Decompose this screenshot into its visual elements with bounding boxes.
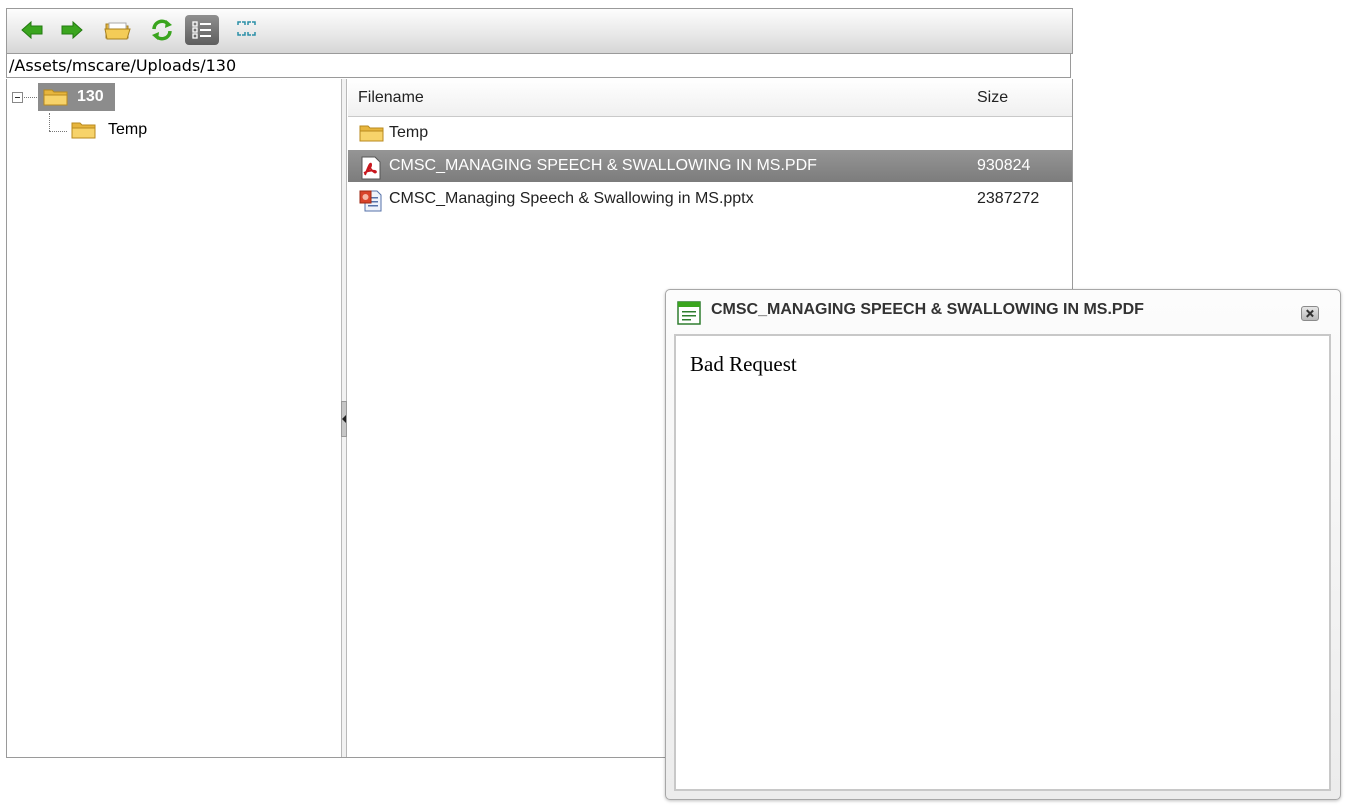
pptx-file-icon — [359, 190, 382, 212]
tree-node-label: 130 — [77, 88, 104, 105]
folder-icon — [43, 89, 68, 106]
thumbnails-view-button[interactable] — [229, 15, 263, 45]
file-row[interactable]: CMSC_Managing Speech & Swallowing in MS.… — [348, 183, 1072, 215]
file-row[interactable]: Temp — [348, 117, 1072, 149]
file-name: Temp — [389, 124, 429, 141]
forward-button[interactable] — [55, 15, 89, 45]
grid-view-icon — [237, 21, 256, 36]
column-header-size[interactable]: Size — [977, 89, 1008, 107]
arrow-right-icon — [61, 20, 83, 40]
preview-dialog: CMSC_MANAGING SPEECH & SWALLOWING IN MS.… — [665, 289, 1341, 800]
file-size: 2387272 — [977, 190, 1040, 207]
open-folder-icon — [104, 22, 131, 40]
back-button[interactable] — [15, 15, 49, 45]
tree-connector — [24, 97, 37, 98]
path-bar: /Assets/mscare/Uploads/130 — [6, 54, 1071, 78]
dialog-content: Bad Request — [674, 334, 1331, 791]
tree-node-root[interactable]: 130 — [38, 83, 115, 111]
dialog-title: CMSC_MANAGING SPEECH & SWALLOWING IN MS.… — [711, 301, 1144, 318]
arrow-left-icon — [21, 20, 43, 40]
chevron-left-icon — [342, 415, 346, 423]
list-view-icon — [192, 21, 211, 39]
collapse-pane-handle[interactable] — [341, 401, 347, 437]
folder-icon — [71, 122, 96, 139]
window-icon — [677, 301, 701, 325]
open-folder-button[interactable] — [101, 15, 135, 45]
file-row-selected[interactable]: CMSC_MANAGING SPEECH & SWALLOWING IN MS.… — [348, 150, 1072, 182]
tree-connector — [49, 131, 67, 132]
file-name: CMSC_MANAGING SPEECH & SWALLOWING IN MS.… — [389, 157, 817, 174]
error-message: Bad Request — [690, 352, 797, 376]
refresh-button[interactable] — [145, 15, 179, 45]
details-view-button[interactable] — [185, 15, 219, 45]
refresh-icon — [152, 19, 172, 41]
folder-tree: 130 Temp — [7, 79, 341, 757]
file-name: CMSC_Managing Speech & Swallowing in MS.… — [389, 190, 754, 207]
pdf-file-icon — [361, 156, 381, 180]
file-size: 930824 — [977, 157, 1031, 174]
folder-icon — [359, 125, 384, 142]
column-header-filename[interactable]: Filename — [358, 89, 424, 107]
tree-connector — [49, 113, 50, 131]
collapse-toggle[interactable] — [12, 92, 23, 103]
close-icon[interactable] — [1301, 306, 1319, 321]
toolbar — [6, 8, 1073, 54]
tree-node-label: Temp — [108, 121, 148, 138]
file-list-header: Filename Size — [348, 79, 1072, 117]
